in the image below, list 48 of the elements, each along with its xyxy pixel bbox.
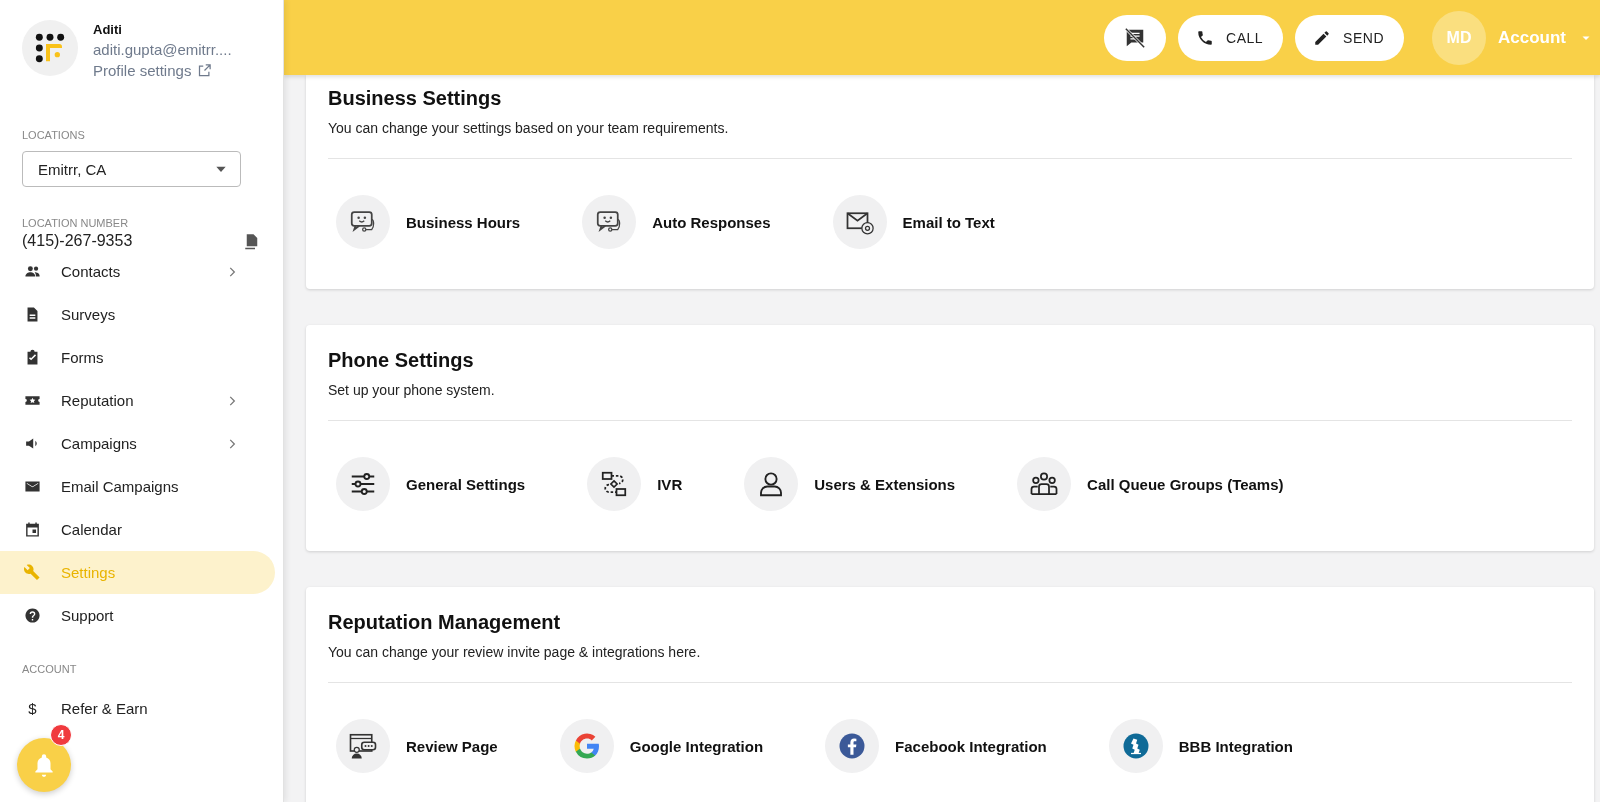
location-number: (415)-267-9353 — [22, 232, 133, 250]
section-label: LOCATION NUMBER — [22, 217, 130, 229]
settings-link[interactable]: Facebook Integration — [825, 719, 1047, 773]
dollar-icon: $ — [24, 700, 41, 717]
profile-settings-link[interactable]: Profile settings — [93, 62, 232, 79]
settings-link[interactable]: Call Queue Groups (Teams) — [1017, 457, 1284, 511]
location-dropdown[interactable]: Emitrr, CA — [22, 151, 241, 187]
nav-item[interactable]: Contacts — [0, 250, 275, 293]
user-email: aditi.gupta@emitrr.... — [93, 41, 232, 58]
nav-item[interactable]: Calendar — [0, 508, 275, 551]
settings-link[interactable]: BBB Integration — [1108, 719, 1293, 773]
nav-item[interactable]: Email Campaigns — [0, 465, 275, 508]
message-off-icon — [1124, 25, 1147, 50]
nav-item[interactable]: Reputation — [0, 379, 275, 422]
nav-item[interactable]: Support — [0, 594, 275, 637]
pencil-icon — [1313, 28, 1332, 47]
notifications-button[interactable] — [17, 738, 71, 792]
call-button[interactable]: CALL — [1178, 14, 1284, 61]
settings-link[interactable]: Business Hours — [336, 195, 521, 249]
external-link-icon — [197, 63, 213, 78]
settings-link[interactable]: Users & Extensions — [744, 457, 956, 511]
profile-settings-label: Profile settings — [93, 62, 192, 79]
settings-link[interactable]: Email to Text — [832, 195, 995, 249]
settings-link[interactable]: General Settings — [336, 457, 526, 511]
settings-link[interactable]: Review Page — [336, 719, 498, 773]
nav-item[interactable]: Surveys — [0, 293, 275, 336]
nav-item[interactable]: Forms — [0, 336, 275, 379]
send-button[interactable]: SEND — [1295, 14, 1404, 61]
wrench-icon — [24, 564, 41, 581]
location-value: Emitrr, CA — [38, 160, 107, 178]
section-label: ACCOUNT — [21, 663, 78, 675]
section-subtitle: You can change your review invite page & integrations here. — [328, 644, 702, 660]
section-title: Business Settings — [328, 87, 503, 110]
logo-icon — [34, 32, 66, 64]
section-subtitle: Set up your phone system. — [328, 382, 496, 398]
settings-link[interactable]: Auto Responses — [582, 195, 771, 249]
settings-link[interactable]: Google Integration — [559, 719, 764, 773]
calendar-icon — [24, 521, 41, 538]
section-title: Reputation Management — [328, 611, 562, 634]
section-subtitle: You can change your settings based on your team requirements. — [328, 120, 730, 136]
nav-item[interactable]: Campaigns — [0, 422, 275, 465]
section-title: Phone Settings — [328, 349, 475, 372]
phone-icon — [1196, 28, 1215, 47]
disable-messages-button[interactable] — [1104, 14, 1167, 61]
section-label: LOCATIONS — [21, 129, 86, 141]
notification-count-badge: 4 — [50, 724, 72, 746]
review-screen-icon — [348, 731, 378, 761]
user-name: Aditi — [93, 22, 123, 37]
